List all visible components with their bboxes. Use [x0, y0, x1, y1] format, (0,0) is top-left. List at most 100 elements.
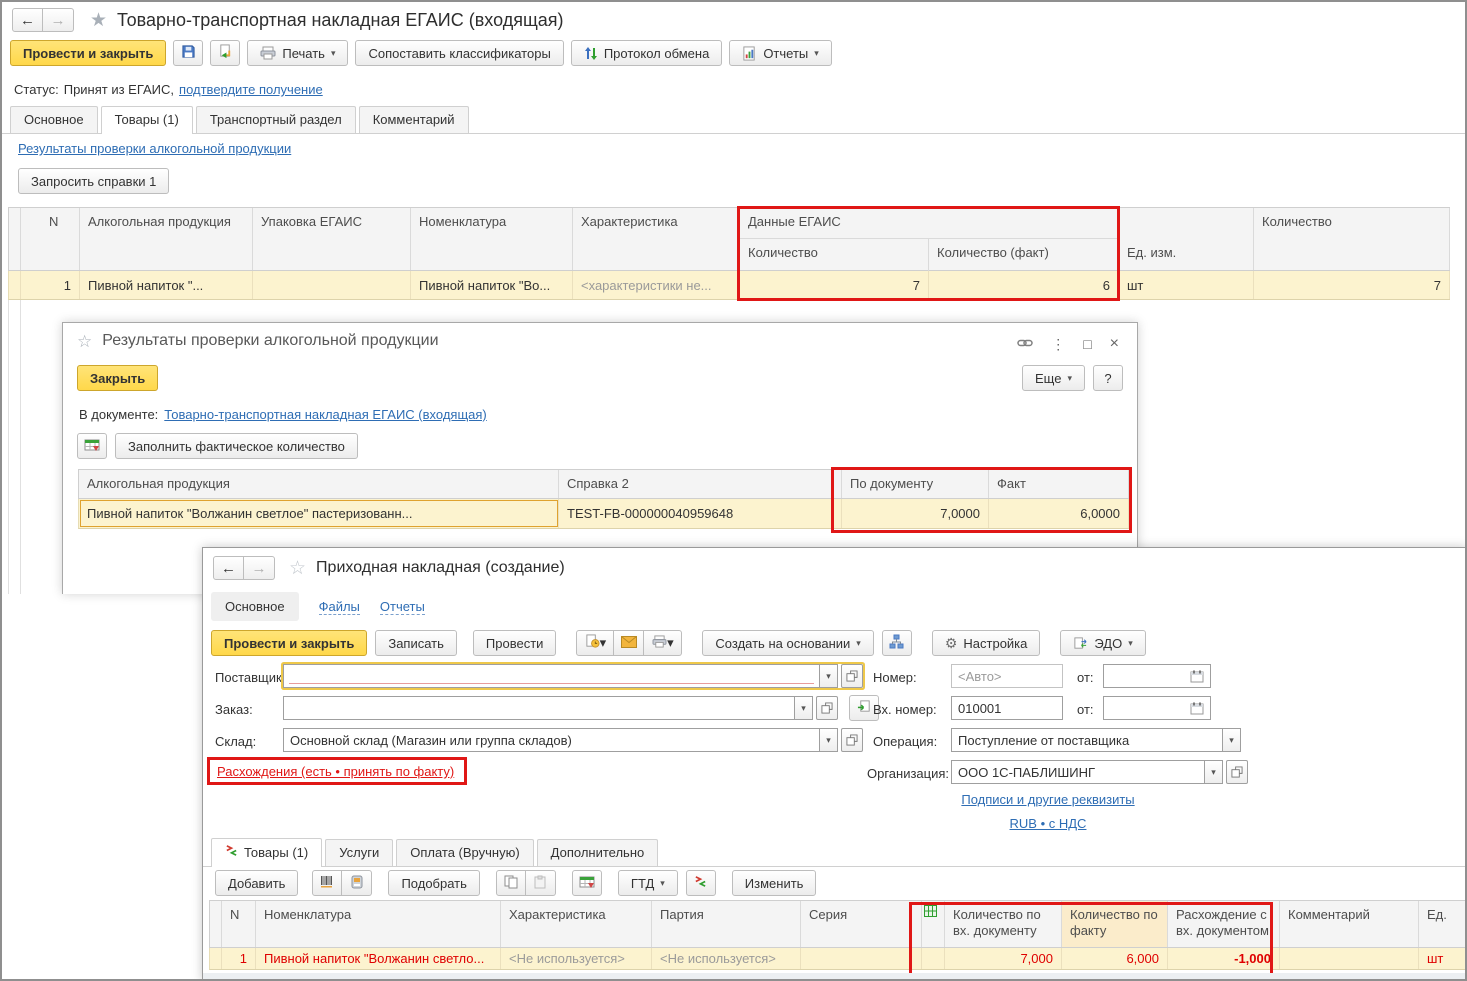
warehouse-input[interactable]: Основной склад (Магазин или группа склад…	[283, 728, 820, 752]
order-dropdown-icon[interactable]: ▾	[795, 696, 813, 720]
col-pack: Упаковка ЕГАИС	[253, 208, 411, 270]
request-certs-button[interactable]: Запросить справки 1	[18, 168, 170, 194]
w3-table-row[interactable]: 1 Пивной напиток "Волжанин светло... <Не…	[209, 948, 1465, 970]
discrepancy-link[interactable]: Расхождения (есть • принять по факту)	[217, 764, 454, 779]
create-based-on-button[interactable]: Создать на основании ▾	[702, 630, 874, 656]
fill-fact-button[interactable]: Заполнить фактическое количество	[115, 433, 358, 459]
tab-transport[interactable]: Транспортный раздел	[195, 106, 356, 133]
post-and-close-button[interactable]: Провести и закрыть	[10, 40, 167, 66]
date-input-2[interactable]	[1103, 696, 1211, 720]
organization-dropdown-icon[interactable]: ▾	[1205, 760, 1223, 784]
edo-icon	[1073, 636, 1088, 651]
settings-button[interactable]: ⚙ Настройка	[931, 630, 1041, 656]
number-input[interactable]: <Авто>	[951, 664, 1063, 688]
tab-osnovnoe[interactable]: Основное	[10, 106, 98, 133]
supplier-dropdown-icon[interactable]: ▾	[820, 664, 838, 688]
bottom-scroll-area[interactable]	[203, 973, 1465, 979]
paste-rows-button[interactable]	[525, 870, 556, 896]
navtab-osnovnoe[interactable]: Основное	[211, 592, 299, 621]
currency-link[interactable]: RUB • с НДС	[1010, 816, 1087, 831]
barcode-button[interactable]	[312, 870, 343, 896]
dialog-table-row[interactable]: Пивной напиток "Волжанин светлое" пастер…	[78, 499, 1129, 529]
signatures-link[interactable]: Подписи и другие реквизиты	[961, 792, 1134, 807]
post-document-button[interactable]	[210, 40, 241, 66]
tab-tovary[interactable]: Товары (1)	[100, 106, 193, 134]
compare-classifiers-button[interactable]: Сопоставить классификаторы	[355, 40, 564, 66]
compare-classifiers-label: Сопоставить классификаторы	[368, 45, 551, 61]
help-button[interactable]: ?	[1093, 365, 1123, 391]
col-unit: Ед. изм.	[1119, 208, 1254, 270]
back-button[interactable]: ←	[213, 556, 244, 580]
organization-input[interactable]: ООО 1С-ПАБЛИШИНГ	[951, 760, 1205, 784]
link-icon[interactable]	[1017, 336, 1033, 352]
document-history-button[interactable]: ▾	[576, 630, 615, 656]
add-row-button[interactable]: Добавить	[215, 870, 299, 896]
confirm-receipt-link[interactable]: подтвердите получение	[179, 82, 323, 97]
close-icon[interactable]: ×	[1110, 335, 1119, 353]
edit-button[interactable]: Изменить	[731, 870, 817, 896]
warehouse-dropdown-icon[interactable]: ▾	[820, 728, 838, 752]
fill-table-button[interactable]	[77, 433, 107, 459]
w1-table[interactable]: N Алкогольная продукция Упаковка ЕГАИС Н…	[8, 207, 1450, 300]
forward-button[interactable]: →	[43, 8, 74, 32]
cell-comment	[1280, 948, 1419, 969]
tab-kommentariy[interactable]: Комментарий	[358, 106, 469, 133]
fill-table-button[interactable]	[571, 870, 602, 896]
w1-table-row[interactable]: 1 Пивной напиток "... Пивной напиток "Во…	[8, 271, 1450, 300]
navtab-otchety[interactable]: Отчеты	[379, 599, 425, 615]
operation-select[interactable]: Поступление от поставщика	[951, 728, 1223, 752]
tab-tovary[interactable]: Товары (1)	[211, 838, 323, 867]
tab-oplata[interactable]: Оплата (Вручную)	[396, 839, 534, 866]
navtab-fayly[interactable]: Файлы	[318, 599, 360, 615]
more-menu-icon[interactable]: ⋮	[1051, 336, 1065, 353]
printer-icon	[260, 46, 276, 60]
gtd-button[interactable]: ГТД ▾	[617, 870, 678, 896]
date-input-1[interactable]	[1103, 664, 1211, 688]
forward-button[interactable]: →	[244, 556, 275, 580]
w1-tabbar: Основное Товары (1) Транспортный раздел …	[2, 105, 1465, 134]
calendar-icon[interactable]	[1190, 670, 1204, 683]
incoming-number-input[interactable]: 010001	[951, 696, 1063, 720]
favorite-star-icon[interactable]: ★	[90, 11, 107, 30]
save-button[interactable]	[173, 40, 204, 66]
organization-open-button[interactable]	[1226, 760, 1248, 784]
supplier-open-button[interactable]	[841, 664, 863, 688]
post-and-close-button[interactable]: Провести и закрыть	[211, 630, 368, 656]
favorite-star-icon[interactable]: ☆	[77, 333, 92, 350]
back-button[interactable]: ←	[12, 8, 43, 32]
order-open-button[interactable]	[816, 696, 838, 720]
discrepancy-toggle-button[interactable]	[685, 870, 716, 896]
w3-goods-table[interactable]: N Номенклатура Характеристика Партия Сер…	[209, 900, 1465, 970]
cell-series	[801, 948, 922, 969]
print-small-button[interactable]: ▾	[644, 630, 683, 656]
more-button[interactable]: Еще ▾	[1022, 365, 1085, 391]
copy-rows-button[interactable]	[495, 870, 526, 896]
print-button[interactable]: Печать ▾	[247, 40, 349, 66]
favorite-star-icon[interactable]: ☆	[289, 559, 306, 578]
email-button[interactable]	[614, 630, 645, 656]
pick-button[interactable]: Подобрать	[388, 870, 480, 896]
dropdown-icon: ▾	[599, 635, 607, 650]
warehouse-open-button[interactable]	[841, 728, 863, 752]
post-button[interactable]: Провести	[472, 630, 557, 656]
tab-uslugi[interactable]: Услуги	[325, 839, 394, 866]
in-document-link[interactable]: Товарно-транспортная накладная ЕГАИС (вх…	[164, 407, 486, 422]
operation-dropdown-icon[interactable]: ▾	[1223, 728, 1241, 752]
edo-button[interactable]: ЭДО ▾	[1060, 630, 1146, 656]
check-results-link[interactable]: Результаты проверки алкогольной продукци…	[18, 141, 291, 156]
supplier-input[interactable]	[283, 664, 820, 688]
organization-value: ООО 1С-ПАБЛИШИНГ	[958, 764, 1096, 780]
write-button[interactable]: Записать	[375, 630, 457, 656]
data-terminal-button[interactable]	[342, 870, 373, 896]
reports-button[interactable]: Отчеты ▾	[729, 40, 832, 66]
dialog-close-button[interactable]: Закрыть	[77, 365, 159, 391]
help-label: ?	[1104, 370, 1112, 386]
calendar-icon[interactable]	[1190, 702, 1204, 715]
order-input[interactable]	[283, 696, 795, 720]
tab-dopolnitelno[interactable]: Дополнительно	[536, 839, 659, 866]
exchange-protocol-button[interactable]: Протокол обмена	[570, 40, 723, 66]
structure-button[interactable]	[881, 630, 912, 656]
maximize-icon[interactable]: □	[1083, 336, 1091, 352]
dialog-table[interactable]: Алкогольная продукция Справка 2 По докум…	[78, 469, 1129, 529]
col-nomen: Номенклатура	[411, 208, 573, 270]
